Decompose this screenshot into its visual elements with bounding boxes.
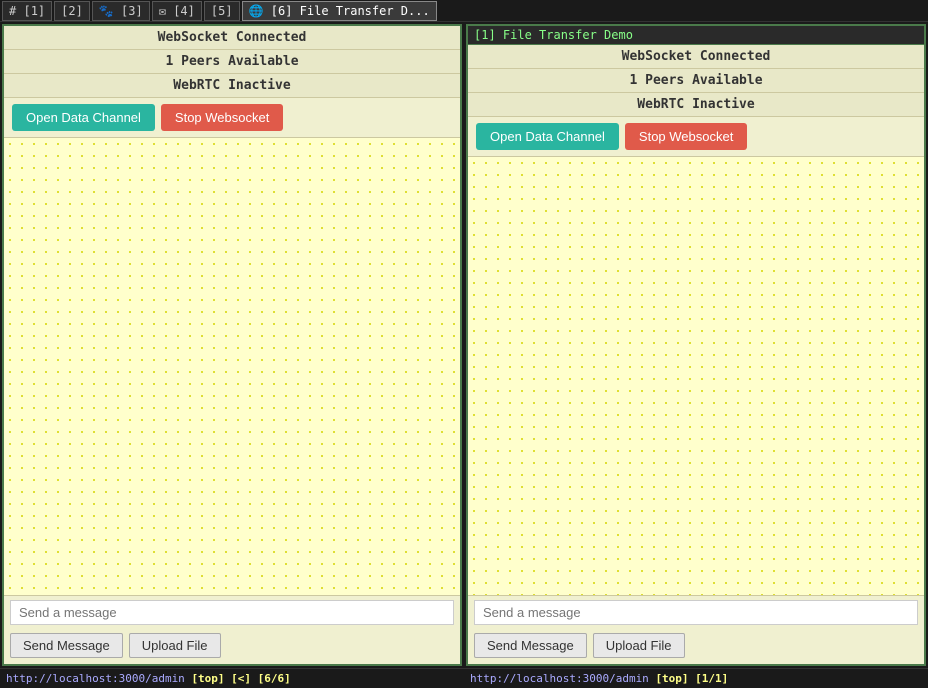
left-panel: WebSocket Connected 1 Peers Available We… — [2, 24, 462, 666]
right-webrtc-status: WebRTC Inactive — [468, 93, 924, 117]
tab-6[interactable]: 🌐 [6] File Transfer D... — [242, 1, 437, 21]
tab-4-num: [4] — [173, 4, 195, 18]
left-status-segment: http://localhost:3000/admin [top] [<] [6… — [0, 668, 464, 688]
left-status-url: http://localhost:3000/admin — [6, 672, 185, 685]
status-bar: http://localhost:3000/admin [top] [<] [6… — [0, 668, 928, 688]
tab-3-icon: 🐾 — [99, 4, 114, 18]
tab-5[interactable]: [5] — [204, 1, 240, 21]
right-websocket-status: WebSocket Connected — [468, 45, 924, 69]
tab-6-num: [6] File Transfer D... — [271, 4, 430, 18]
right-panel: [1] File Transfer Demo WebSocket Connect… — [466, 24, 926, 666]
right-button-row: Open Data Channel Stop Websocket — [468, 117, 924, 157]
right-message-area — [468, 157, 924, 595]
left-stop-websocket-button[interactable]: Stop Websocket — [161, 104, 283, 131]
right-status-url: http://localhost:3000/admin — [470, 672, 649, 685]
right-bottom-buttons: Send Message Upload File — [468, 629, 924, 664]
left-message-area — [4, 138, 460, 595]
tab-4-icon: ✉ — [159, 4, 166, 18]
left-status-info: [top] [<] [6/6] — [191, 672, 290, 685]
right-message-input-row — [468, 595, 924, 629]
right-status-segment: http://localhost:3000/admin [top] [1/1] — [464, 668, 928, 688]
left-webrtc-status: WebRTC Inactive — [4, 74, 460, 98]
tab-3[interactable]: 🐾 [3] — [92, 1, 150, 21]
tab-5-num: [5] — [211, 4, 233, 18]
left-button-row: Open Data Channel Stop Websocket — [4, 98, 460, 138]
tab-6-icon: 🌐 — [249, 4, 264, 18]
left-message-input-row — [4, 595, 460, 629]
left-message-input[interactable] — [10, 600, 454, 625]
left-open-channel-button[interactable]: Open Data Channel — [12, 104, 155, 131]
left-peers-status: 1 Peers Available — [4, 50, 460, 74]
right-stop-websocket-button[interactable]: Stop Websocket — [625, 123, 747, 150]
right-panel-title: [1] File Transfer Demo — [468, 26, 924, 45]
tab-2-num: [2] — [61, 4, 83, 18]
left-upload-file-button[interactable]: Upload File — [129, 633, 221, 658]
right-send-message-button[interactable]: Send Message — [474, 633, 587, 658]
left-websocket-status: WebSocket Connected — [4, 26, 460, 50]
right-peers-status: 1 Peers Available — [468, 69, 924, 93]
right-status-info: [top] [1/1] — [655, 672, 728, 685]
tab-3-num: [3] — [121, 4, 143, 18]
left-send-message-button[interactable]: Send Message — [10, 633, 123, 658]
tab-bar: # [1] [2] 🐾 [3] ✉ [4] [5] 🌐 [6] File Tra… — [0, 0, 928, 22]
left-bottom-buttons: Send Message Upload File — [4, 629, 460, 664]
tab-1-num: [1] — [23, 4, 45, 18]
tab-4[interactable]: ✉ [4] — [152, 1, 202, 21]
tab-1-label: # — [9, 4, 16, 18]
right-open-channel-button[interactable]: Open Data Channel — [476, 123, 619, 150]
main-area: WebSocket Connected 1 Peers Available We… — [0, 22, 928, 668]
tab-2[interactable]: [2] — [54, 1, 90, 21]
tab-1[interactable]: # [1] — [2, 1, 52, 21]
right-message-input[interactable] — [474, 600, 918, 625]
right-upload-file-button[interactable]: Upload File — [593, 633, 685, 658]
